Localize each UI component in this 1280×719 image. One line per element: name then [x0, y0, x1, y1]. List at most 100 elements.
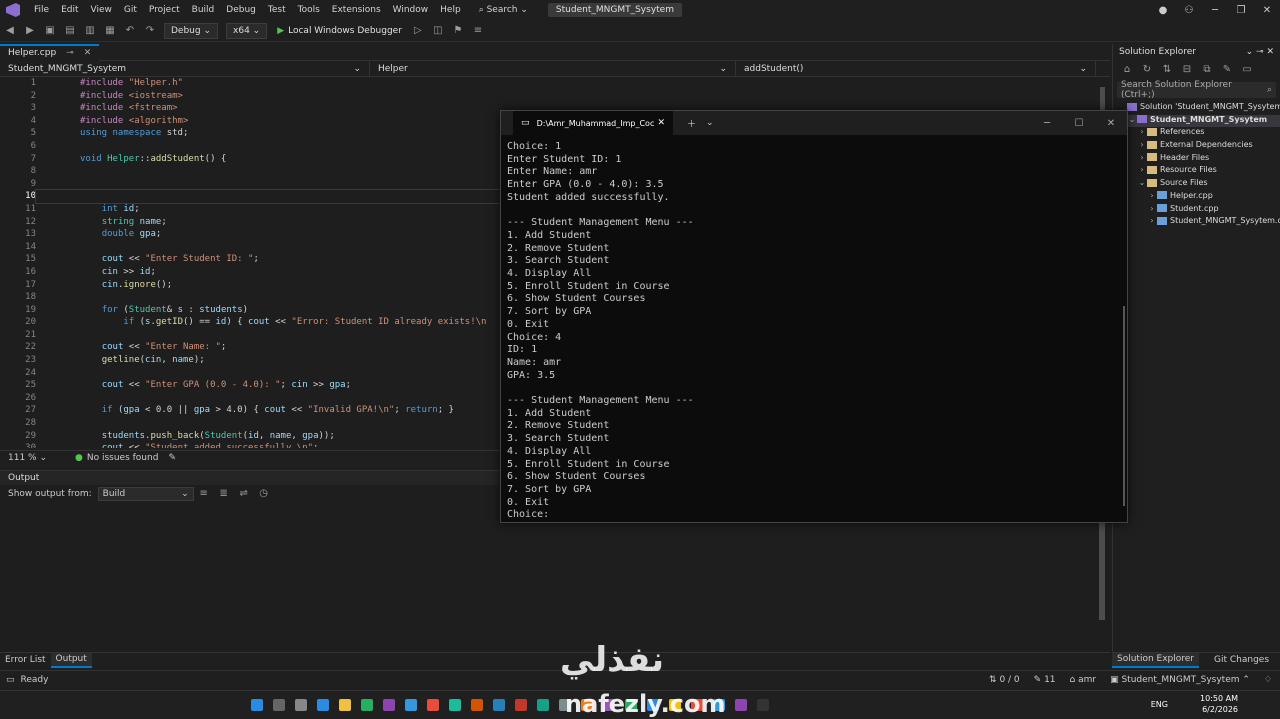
find-message-icon[interactable]: ≡ — [197, 487, 211, 501]
comment-icon[interactable]: ≡ — [471, 24, 485, 38]
tree-node[interactable]: › Student.cpp — [1113, 204, 1280, 217]
close-icon[interactable]: ✕ — [1254, 5, 1280, 16]
maximize-icon[interactable]: ❐ — [1228, 5, 1254, 16]
output-source-dropdown[interactable]: Build ⌄ — [97, 487, 194, 501]
search-icon[interactable] — [273, 699, 285, 711]
project-status[interactable]: ▣ Student_MNGMT_Sysytem ⌃ — [1110, 675, 1250, 685]
menu-help[interactable]: Help — [434, 5, 467, 15]
menu-view[interactable]: View — [85, 5, 118, 15]
minimize-icon[interactable]: ─ — [1031, 118, 1063, 129]
minimize-icon[interactable]: ─ — [1202, 5, 1228, 16]
chevron-icon[interactable]: › — [1137, 140, 1147, 149]
language-indicator[interactable]: ENG — [1151, 700, 1168, 709]
menu-extensions[interactable]: Extensions — [326, 5, 387, 15]
back-icon[interactable]: ◀ — [3, 24, 17, 38]
new-project-icon[interactable]: ▣ — [43, 24, 57, 38]
menu-window[interactable]: Window — [387, 5, 435, 15]
menu-git[interactable]: Git — [118, 5, 143, 15]
maximize-icon[interactable]: ☐ — [1063, 118, 1095, 129]
issues-label[interactable]: No issues found — [87, 453, 159, 463]
run-debugger-button[interactable]: ▶ Local Windows Debugger — [277, 26, 402, 36]
nav-project-dropdown[interactable]: Student_MNGMT_Sysytem ⌄ — [0, 60, 370, 77]
tree-node[interactable]: › Student_MNGMT_Sysytem.cp — [1113, 216, 1280, 229]
app-icon[interactable] — [493, 699, 505, 711]
tree-node[interactable]: › References — [1113, 127, 1280, 140]
properties-icon[interactable]: ✎ — [1220, 63, 1234, 77]
collapse-all-icon[interactable]: ⊟ — [1180, 63, 1194, 77]
tree-node[interactable]: ⌄ Source Files — [1113, 178, 1280, 191]
user-status[interactable]: ⌂ amr — [1070, 675, 1097, 685]
chevron-icon[interactable]: › — [1147, 216, 1157, 225]
tree-node[interactable]: › External Dependencies — [1113, 140, 1280, 153]
terminal-output[interactable]: Choice: 1 Enter Student ID: 1 Enter Name… — [501, 135, 1127, 528]
close-tab-icon[interactable]: ✕ — [84, 48, 92, 58]
tree-node[interactable]: › Helper.cpp — [1113, 191, 1280, 204]
terminal-icon[interactable] — [757, 699, 769, 711]
redo-icon[interactable]: ↷ — [143, 24, 157, 38]
save-all-icon[interactable]: ▦ — [103, 24, 117, 38]
word-wrap-icon[interactable]: ⇌ — [237, 487, 251, 501]
solution-search-input[interactable]: Search Solution Explorer (Ctrl+;) ⌕ — [1117, 80, 1276, 100]
undo-icon[interactable]: ↶ — [123, 24, 137, 38]
close-tab-icon[interactable]: ✕ — [657, 118, 665, 128]
attach-icon[interactable]: ◫ — [431, 24, 445, 38]
explorer-icon[interactable] — [339, 699, 351, 711]
edge-icon[interactable] — [317, 699, 329, 711]
pencil-status[interactable]: ✎ 11 — [1034, 675, 1056, 685]
tab-output[interactable]: Output — [50, 652, 92, 668]
forward-icon[interactable]: ▶ — [23, 24, 37, 38]
pin-icon[interactable]: ⊸ — [66, 48, 74, 58]
chevron-icon[interactable]: › — [1137, 127, 1147, 136]
notifications-icon[interactable]: ♢ — [1264, 675, 1272, 685]
tab-helper-cpp[interactable]: Helper.cpp ⊸ ✕ — [0, 43, 100, 61]
open-file-icon[interactable]: ▤ — [63, 24, 77, 38]
menu-project[interactable]: Project — [143, 5, 186, 15]
app-icon[interactable] — [449, 699, 461, 711]
tab-solution-explorer[interactable]: Solution Explorer — [1112, 652, 1199, 668]
tree-node[interactable]: › Header Files — [1113, 153, 1280, 166]
chevron-down-icon[interactable]: ⌄ — [706, 118, 714, 128]
app-icon[interactable] — [537, 699, 549, 711]
live-share-icon[interactable]: ⚇ — [1176, 5, 1202, 16]
start-without-debug-icon[interactable]: ▷ — [411, 24, 425, 38]
new-tab-icon[interactable]: ＋ — [687, 117, 696, 130]
app-icon[interactable] — [427, 699, 439, 711]
tab-git-changes[interactable]: Git Changes — [1209, 653, 1274, 668]
app-icon[interactable] — [471, 699, 483, 711]
bookmark-icon[interactable]: ⚑ — [451, 24, 465, 38]
menu-tools[interactable]: Tools — [292, 5, 326, 15]
menu-test[interactable]: Test — [262, 5, 292, 15]
config-dropdown[interactable]: Debug ⌄ — [164, 22, 219, 39]
close-icon[interactable]: ✕ — [1095, 118, 1127, 129]
nav-class-dropdown[interactable]: Helper ⌄ — [370, 60, 736, 77]
code-line[interactable]: 1 #include "Helper.h" — [0, 77, 1096, 90]
timestamp-icon[interactable]: ◷ — [257, 487, 271, 501]
tree-node[interactable]: ⌄ Student_MNGMT_Sysytem — [1113, 114, 1280, 128]
tree-node[interactable]: Solution 'Student_MNGMT_Sysytem' (1 — [1113, 102, 1280, 115]
search-menu[interactable]: ⌕ Search ⌄ — [473, 5, 534, 15]
save-icon[interactable]: ▥ — [83, 24, 97, 38]
chevron-icon[interactable]: ⌄ — [1137, 178, 1147, 187]
menu-file[interactable]: File — [28, 5, 55, 15]
visual-studio-icon[interactable] — [383, 699, 395, 711]
app-icon[interactable] — [515, 699, 527, 711]
terminal-tab[interactable]: ▭ D:\Amr_Muhammad_Imp_Coc ✕ — [513, 111, 673, 135]
cleanup-icon[interactable]: ✎ — [168, 453, 176, 463]
tab-error-list[interactable]: Error List — [0, 653, 51, 668]
menu-edit[interactable]: Edit — [55, 5, 84, 15]
sync-icon[interactable]: ↻ — [1140, 63, 1154, 77]
show-all-files-icon[interactable]: ⧉ — [1200, 63, 1214, 77]
chevron-icon[interactable]: › — [1137, 153, 1147, 162]
zoom-level[interactable]: 111 % ⌄ — [0, 453, 55, 463]
clear-all-icon[interactable]: ≣ — [217, 487, 231, 501]
app-icon[interactable] — [405, 699, 417, 711]
code-line[interactable]: 2 #include <iostream> — [0, 90, 1096, 103]
chevron-icon[interactable]: › — [1147, 191, 1157, 200]
account-avatar-icon[interactable]: ● — [1150, 5, 1176, 16]
clock[interactable]: 10:50 AM 6/2/2026 — [1200, 693, 1238, 715]
menu-debug[interactable]: Debug — [220, 5, 262, 15]
chevron-icon[interactable]: ⌄ — [1127, 115, 1137, 124]
nav-member-dropdown[interactable]: addStudent() ⌄ — [736, 60, 1096, 77]
terminal-scrollbar[interactable] — [1123, 306, 1125, 506]
tree-node[interactable]: › Resource Files — [1113, 165, 1280, 178]
